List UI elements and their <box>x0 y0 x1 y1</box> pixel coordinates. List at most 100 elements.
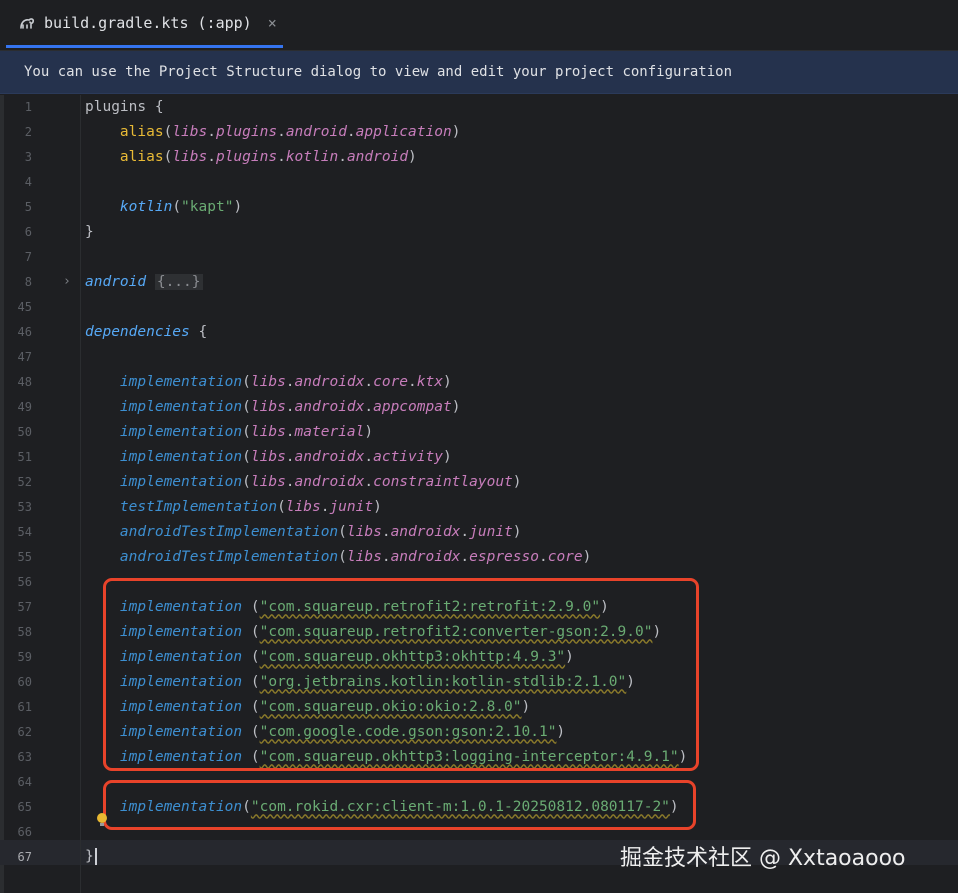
code-token: ( <box>338 548 347 565</box>
editor-tab-bar: build.gradle.kts (:app) × <box>0 0 958 51</box>
text-caret <box>94 848 97 865</box>
code-token: libs <box>346 548 382 565</box>
code-token: ) <box>373 498 382 515</box>
code-token: dependencies <box>85 323 190 340</box>
code-token: ( <box>242 398 251 415</box>
code-token: ) <box>442 448 452 465</box>
code-token: . <box>285 473 295 490</box>
code-token: implementation <box>119 473 243 490</box>
line-number: 66 <box>17 824 32 839</box>
line-number: 60 <box>17 674 32 689</box>
code-token: implementation <box>119 448 243 465</box>
code-editor[interactable]: 1 plugins { 2 alias(libs.plugins.android.a… <box>0 95 958 893</box>
fold-chevron-icon[interactable]: › <box>63 274 71 289</box>
code-token: espresso <box>469 548 539 565</box>
line-number: 8 <box>24 274 32 289</box>
code-token: ) <box>233 198 243 215</box>
code-line: 54 androidTestImplementation(libs.androi… <box>0 519 958 544</box>
code-token: libs <box>250 473 286 490</box>
code-token: androidTestImplementation <box>119 548 339 565</box>
code-token: . <box>338 148 347 165</box>
code-line: 1 plugins { <box>0 94 958 119</box>
code-token: ( <box>277 498 286 515</box>
code-token: junit <box>469 523 513 540</box>
line-number: 61 <box>17 699 32 714</box>
code-token: kotlin <box>119 198 173 215</box>
code-token: appcompat <box>373 398 452 415</box>
code-token: ( <box>163 148 173 165</box>
code-line: 4 <box>0 169 958 194</box>
code-token: android <box>285 123 347 140</box>
line-number: 2 <box>24 124 32 139</box>
code-token: } <box>85 223 94 240</box>
code-token: ( <box>172 198 182 215</box>
lightbulb-icon[interactable] <box>96 812 108 828</box>
line-number: 57 <box>17 599 32 614</box>
code-token: androidx <box>294 373 365 390</box>
code-text: androidTestImplementation(libs.androidx.… <box>85 549 591 565</box>
gradle-icon <box>18 14 36 32</box>
line-number: 1 <box>24 99 32 114</box>
code-line: 52 implementation(libs.androidx.constrai… <box>0 469 958 494</box>
code-token: androidx <box>390 548 461 565</box>
code-token: ( <box>338 523 347 540</box>
code-token: implementation <box>119 373 243 390</box>
code-line: 55 androidTestImplementation(libs.androi… <box>0 544 958 569</box>
line-number: 58 <box>17 624 32 639</box>
code-token: } <box>85 848 94 865</box>
code-line: 50 implementation(libs.material) <box>0 419 958 444</box>
line-number: 59 <box>17 649 32 664</box>
line-number: 4 <box>24 174 32 189</box>
code-text: } <box>85 848 97 865</box>
code-text: implementation(libs.material) <box>85 424 373 440</box>
code-token: . <box>285 423 295 440</box>
code-token: activity <box>373 448 443 465</box>
code-token: . <box>364 473 374 490</box>
code-text: } <box>85 224 94 240</box>
code-token: libs <box>250 423 286 440</box>
banner-text: You can use the Project Structure dialog… <box>24 64 733 80</box>
code-text: alias(libs.plugins.android.application) <box>85 123 461 140</box>
code-text: implementation(libs.androidx.core.ktx) <box>85 374 452 390</box>
code-token: alias <box>119 123 164 140</box>
code-token: . <box>381 523 391 540</box>
code-token: core <box>547 548 583 565</box>
code-token: . <box>346 123 356 140</box>
code-line: 48 implementation(libs.androidx.core.ktx… <box>0 369 958 394</box>
line-number: 6 <box>24 224 32 239</box>
line-number: 47 <box>17 349 32 364</box>
line-number: 3 <box>24 149 32 164</box>
code-text: kotlin("kapt") <box>85 199 242 215</box>
code-token: androidx <box>294 398 365 415</box>
line-number: 53 <box>17 499 32 514</box>
code-token: . <box>285 373 295 390</box>
code-token: libs <box>172 123 208 140</box>
code-token: androidx <box>294 448 365 465</box>
line-number: 48 <box>17 374 32 389</box>
code-token: ( <box>242 473 251 490</box>
code-line: 6} <box>0 219 958 244</box>
code-text: implementation(libs.androidx.activity) <box>85 449 452 465</box>
line-number: 51 <box>17 449 32 464</box>
code-text: android {...} <box>85 273 203 290</box>
code-token: ) <box>512 473 522 490</box>
code-text: implementation(libs.androidx.appcompat) <box>85 398 461 415</box>
line-number: 54 <box>17 524 32 539</box>
code-token: ) <box>512 523 522 540</box>
code-line: 8 › android {...} <box>0 269 958 294</box>
close-icon[interactable]: × <box>268 14 277 32</box>
code-line: 5 kotlin("kapt") <box>0 194 958 219</box>
tab-build-gradle[interactable]: build.gradle.kts (:app) × <box>6 0 283 48</box>
code-token: . <box>364 448 374 465</box>
line-number: 7 <box>24 249 32 264</box>
code-token: . <box>207 148 216 165</box>
code-token: . <box>285 398 295 415</box>
line-number: 63 <box>17 749 32 764</box>
